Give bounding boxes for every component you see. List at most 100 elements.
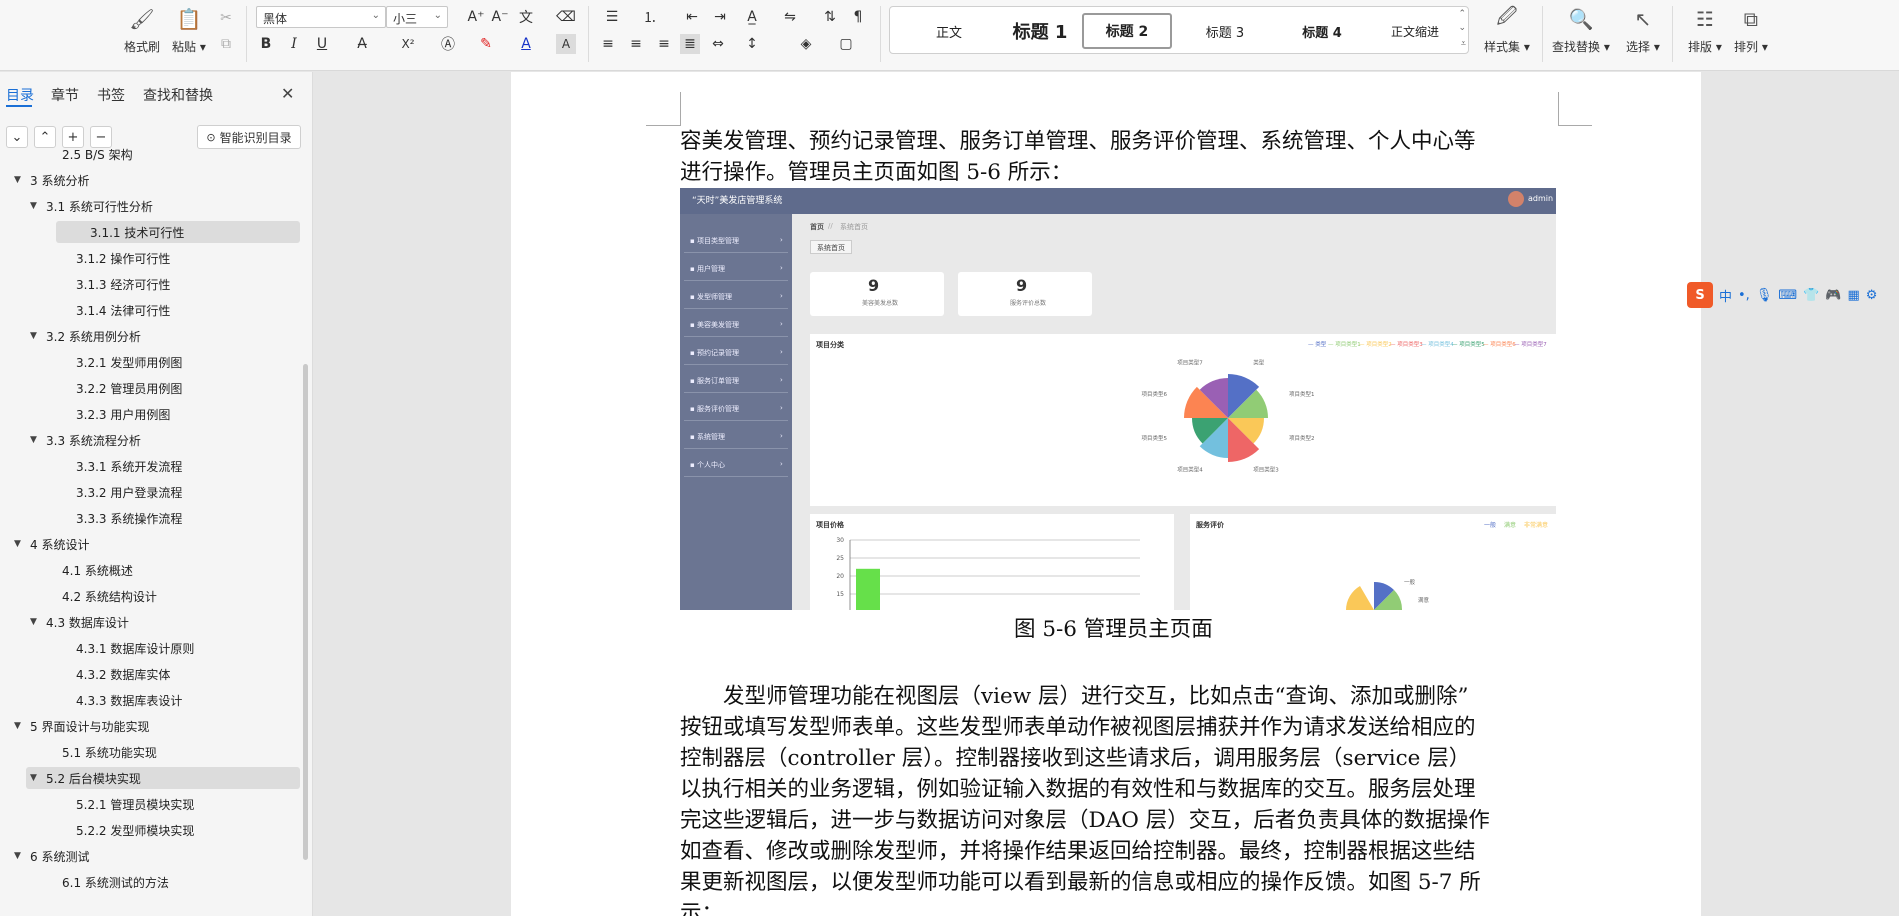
underline-button[interactable]: U bbox=[312, 34, 332, 54]
toc-item[interactable]: 3.2.2 管理员用例图 bbox=[46, 377, 280, 399]
char-shading-button[interactable]: A bbox=[556, 34, 576, 54]
style-body-indent[interactable]: 正文缩进 bbox=[1370, 13, 1460, 49]
select-button[interactable]: ↖ 选择 ▾ bbox=[1626, 6, 1660, 55]
increase-indent-icon[interactable]: ⇥ bbox=[710, 7, 730, 27]
admin-home-screenshot[interactable]: “天时”美发店管理系统 admin ▪ 项目类型管理 › ▪ 用户管理 › ▪ 发型师管… bbox=[680, 188, 1556, 610]
arrange-button[interactable]: ⧉ 排列 ▾ bbox=[1734, 6, 1768, 55]
chevron-down-icon[interactable]: ⌄ bbox=[1458, 23, 1466, 33]
font-family-select[interactable]: 黑体 ⌄ bbox=[256, 6, 386, 28]
style-set-button[interactable]: 🖉 样式集 ▾ bbox=[1484, 4, 1530, 55]
sogou-logo-icon[interactable]: S bbox=[1687, 282, 1713, 308]
strikethrough-icon[interactable]: A̶ bbox=[352, 34, 372, 54]
toc-item[interactable]: 3.2.1 发型师用例图 bbox=[46, 351, 280, 373]
numbered-list-icon[interactable]: ⒈ bbox=[640, 7, 660, 27]
expand-triangle-icon[interactable]: ▼ bbox=[30, 201, 42, 211]
align-center-icon[interactable]: ≡ bbox=[626, 34, 646, 54]
bullet-list-icon[interactable]: ☰ bbox=[602, 7, 622, 27]
toc-item[interactable]: 4.2 系统结构设计 bbox=[30, 585, 280, 607]
toc-item[interactable]: 3.1.1 技术可行性 bbox=[56, 221, 300, 243]
toc-item[interactable]: 5.2.1 管理员模块实现 bbox=[46, 793, 280, 815]
toc-item[interactable]: ▼ 3 系统分析 bbox=[14, 169, 280, 191]
toc-item[interactable]: ▼ 5.2 后台模块实现 bbox=[26, 767, 300, 789]
toc-item[interactable]: 2.5 B/S 架构 bbox=[30, 143, 280, 165]
grow-font-icon[interactable]: A⁺ bbox=[466, 7, 486, 27]
toc-item[interactable]: ▼ 4.3 数据库设计 bbox=[30, 611, 280, 633]
line-spacing-icon[interactable]: ↕ bbox=[742, 34, 762, 54]
tab-toc[interactable]: 目录 bbox=[6, 85, 34, 105]
settings-icon[interactable]: ⚙ bbox=[1866, 288, 1878, 303]
toc-item[interactable]: ▼ 3.1 系统可行性分析 bbox=[30, 195, 280, 217]
toc-item[interactable]: ▼ 3.2 系统用例分析 bbox=[30, 325, 280, 347]
toc-item[interactable]: 3.1.3 经济可行性 bbox=[46, 273, 280, 295]
close-icon[interactable]: ✕ bbox=[281, 84, 294, 103]
font-size-select[interactable]: 小三 ⌄ bbox=[386, 6, 448, 28]
microphone-icon[interactable]: 🎙 bbox=[1756, 288, 1773, 303]
skin-icon[interactable]: 👕 bbox=[1803, 288, 1819, 303]
style-heading-3[interactable]: 标题 3 bbox=[1180, 13, 1270, 49]
justify-icon[interactable]: ≣ bbox=[680, 34, 700, 54]
sort-icon[interactable]: ⇅ bbox=[820, 7, 840, 27]
text-effect-icon[interactable]: Ⓐ bbox=[438, 34, 458, 54]
toc-item[interactable]: ▼ 6 系统测试 bbox=[14, 845, 280, 867]
tab-find-replace[interactable]: 查找和替换 bbox=[143, 85, 213, 105]
toc-item[interactable]: 4.1 系统概述 bbox=[30, 559, 280, 581]
paste-button[interactable]: 📋 粘贴 ▾ bbox=[172, 6, 206, 55]
align-left-icon[interactable]: ≡ bbox=[598, 34, 618, 54]
toc-item[interactable]: 6.1 系统测试的方法 bbox=[30, 871, 280, 893]
clear-format-icon[interactable]: ⌫ bbox=[556, 7, 576, 27]
italic-button[interactable]: I bbox=[284, 34, 304, 54]
highlight-color-icon[interactable]: ✎ bbox=[476, 34, 496, 54]
superscript-button[interactable]: X² bbox=[398, 34, 418, 54]
toc-item[interactable]: 3.1.2 操作可行性 bbox=[46, 247, 280, 269]
expand-triangle-icon[interactable]: ▼ bbox=[14, 851, 26, 861]
collapse-icon[interactable]: ⌄ bbox=[6, 126, 28, 148]
chevron-up-icon[interactable]: ⌃ bbox=[1458, 9, 1466, 19]
keyboard-icon[interactable]: ⌨ bbox=[1778, 288, 1797, 303]
tab-chapters[interactable]: 章节 bbox=[51, 85, 79, 105]
expand-triangle-icon[interactable]: ▼ bbox=[30, 331, 42, 341]
toc-item[interactable]: ▼ 3.3 系统流程分析 bbox=[30, 429, 280, 451]
format-painter-button[interactable]: 🖌 格式刷 bbox=[124, 6, 160, 55]
expand-triangle-icon[interactable]: ▼ bbox=[30, 617, 42, 627]
tab-bookmarks[interactable]: 书签 bbox=[97, 85, 125, 105]
style-normal[interactable]: 正文 bbox=[914, 13, 984, 49]
distribute-icon[interactable]: ⇔ bbox=[708, 34, 728, 54]
phonetic-guide-icon[interactable]: 文 bbox=[516, 7, 536, 27]
text-direction-icon[interactable]: ⇋ bbox=[780, 7, 800, 27]
bold-button[interactable]: B bbox=[256, 34, 276, 54]
layout-button[interactable]: ☷ 排版 ▾ bbox=[1688, 6, 1722, 55]
border-icon[interactable]: ▢ bbox=[836, 34, 856, 54]
find-replace-button[interactable]: 🔍 查找替换 ▾ bbox=[1552, 6, 1610, 55]
ime-chinese-mode-icon[interactable]: 中 bbox=[1719, 286, 1732, 305]
expand-triangle-icon[interactable]: ▼ bbox=[14, 539, 26, 549]
expand-triangle-icon[interactable]: ▼ bbox=[30, 435, 42, 445]
toolbox-icon[interactable]: ▦ bbox=[1847, 288, 1859, 303]
chinese-layout-icon[interactable]: A̲ bbox=[742, 7, 762, 27]
shading-icon[interactable]: ◈ bbox=[796, 34, 816, 54]
toc-item[interactable]: 3.3.1 系统开发流程 bbox=[46, 455, 280, 477]
ime-punctuation-icon[interactable]: •, bbox=[1738, 288, 1750, 303]
paragraph-1[interactable]: 容美发管理、预约记录管理、服务订单管理、服务评价管理、系统管理、个人中心等 进行… bbox=[680, 126, 1560, 188]
nav-scrollbar[interactable] bbox=[303, 364, 308, 860]
toc-item[interactable]: 3.1.4 法律可行性 bbox=[46, 299, 280, 321]
style-heading-2[interactable]: 标题 2 bbox=[1082, 13, 1172, 49]
decrease-indent-icon[interactable]: ⇤ bbox=[682, 7, 702, 27]
style-heading-4[interactable]: 标题 4 bbox=[1272, 13, 1372, 49]
expand-triangle-icon[interactable]: ▼ bbox=[30, 773, 42, 783]
toc-item[interactable]: ▼ 4 系统设计 bbox=[14, 533, 280, 555]
expand-triangle-icon[interactable]: ▼ bbox=[14, 721, 26, 731]
shrink-font-icon[interactable]: A⁻ bbox=[490, 7, 510, 27]
font-color-icon[interactable]: A bbox=[516, 34, 536, 54]
toc-item[interactable]: 4.3.3 数据库表设计 bbox=[46, 689, 280, 711]
style-heading-1[interactable]: 标题 1 bbox=[990, 13, 1090, 49]
toc-item[interactable]: 3.3.2 用户登录流程 bbox=[46, 481, 280, 503]
toc-item[interactable]: 3.3.3 系统操作流程 bbox=[46, 507, 280, 529]
align-right-icon[interactable]: ≡ bbox=[654, 34, 674, 54]
show-marks-icon[interactable]: ¶ bbox=[848, 7, 868, 27]
toc-item[interactable]: 5.1 系统功能实现 bbox=[30, 741, 280, 763]
cut-icon[interactable]: ✂ bbox=[216, 8, 236, 28]
expand-triangle-icon[interactable]: ▼ bbox=[14, 175, 26, 185]
expand-gallery-icon[interactable]: ⩡ bbox=[1461, 39, 1466, 49]
toc-item[interactable]: 4.3.2 数据库实体 bbox=[46, 663, 280, 685]
paragraph-2[interactable]: 发型师管理功能在视图层（view 层）进行交互，比如点击“查询、添加或删除” 按钮… bbox=[680, 681, 1560, 916]
